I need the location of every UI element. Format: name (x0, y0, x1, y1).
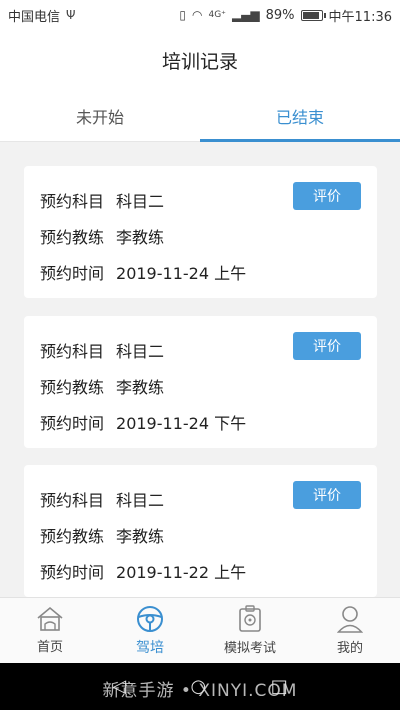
nav-label: 首页 (36, 640, 63, 655)
exam-clipboard-icon (238, 605, 262, 633)
coach-label: 预约教练 (40, 378, 105, 397)
clock: 中午11:36 (328, 9, 392, 25)
subject-label: 预约科目 (40, 491, 105, 510)
status-bar: 中国电信 Ψ ▯ ◠ 4G⁺ ▂▄▆ 89% 中午11:36 (0, 0, 400, 30)
record-card: 预约科目 科目二 预约教练 李教练 预约时间 2019-11-24 下午 评价 (24, 316, 377, 448)
rate-button[interactable]: 评价 (293, 332, 361, 360)
time-value: 2019-11-24 上午 (116, 264, 247, 283)
system-nav-bar: ◁ ○ □ (0, 663, 400, 710)
nav-home[interactable]: 首页 (0, 598, 100, 663)
subject-label: 预约科目 (40, 342, 105, 361)
back-icon[interactable]: ◁ (112, 676, 126, 697)
wifi-icon: ◠ (192, 8, 203, 22)
time-label: 预约时间 (40, 563, 105, 582)
rate-button[interactable]: 评价 (293, 481, 361, 509)
time-label: 预约时间 (40, 264, 105, 283)
title-bar: 培训记录 (0, 30, 400, 90)
nav-driving-training[interactable]: 驾培 (100, 598, 200, 663)
page-title: 培训记录 (161, 50, 238, 73)
time-row: 预约时间 2019-11-22 上午 (40, 553, 361, 589)
bottom-nav: 首页 驾培 模拟考试 我的 (0, 597, 400, 663)
coach-row: 预约教练 李教练 (40, 368, 361, 404)
time-value: 2019-11-22 上午 (116, 563, 247, 582)
time-label: 预约时间 (40, 414, 105, 433)
rate-button[interactable]: 评价 (293, 182, 361, 210)
home-icon (35, 606, 65, 632)
nav-label: 我的 (336, 641, 363, 656)
coach-row: 预约教练 李教练 (40, 517, 361, 553)
battery-icon (300, 9, 326, 21)
tab-label: 未开始 (75, 107, 124, 127)
user-icon (337, 605, 363, 633)
nav-label: 模拟考试 (223, 641, 276, 656)
nav-profile[interactable]: 我的 (300, 598, 400, 663)
time-value: 2019-11-24 下午 (116, 414, 247, 433)
subject-value: 科目二 (116, 491, 165, 510)
record-list[interactable]: 预约科目 科目二 预约教练 李教练 预约时间 2019-11-24 上午 评价 预约科… (0, 142, 400, 597)
signal-icon: ▂▄▆ (231, 8, 260, 22)
usb-icon: Ψ (66, 8, 76, 22)
record-card: 预约科目 科目二 预约教练 李教练 预约时间 2019-11-22 上午 评价 (24, 465, 377, 597)
subject-value: 科目二 (116, 342, 165, 361)
coach-value: 李教练 (116, 527, 165, 546)
coach-label: 预约教练 (40, 527, 105, 546)
vibrate-icon: ▯ (179, 8, 186, 22)
coach-label: 预约教练 (40, 228, 105, 247)
network-type: 4G⁺ (208, 10, 226, 20)
coach-value: 李教练 (116, 228, 165, 247)
tab-not-started[interactable]: 未开始 (0, 90, 200, 141)
nav-label: 驾培 (136, 639, 164, 656)
record-card: 预约科目 科目二 预约教练 李教练 预约时间 2019-11-24 上午 评价 (24, 166, 377, 298)
recents-icon[interactable]: □ (271, 676, 288, 697)
coach-row: 预约教练 李教练 (40, 218, 361, 254)
carrier-text: 中国电信 (8, 9, 61, 25)
battery-percent: 89% (265, 7, 295, 23)
subject-value: 科目二 (116, 192, 165, 211)
tab-bar: 未开始 已结束 (0, 90, 400, 142)
nav-mock-exam[interactable]: 模拟考试 (200, 598, 300, 663)
tab-finished[interactable]: 已结束 (200, 90, 400, 142)
steering-wheel-icon (136, 605, 164, 633)
time-row: 预约时间 2019-11-24 上午 (40, 254, 361, 290)
coach-value: 李教练 (116, 378, 165, 397)
home-circle-icon[interactable]: ○ (191, 676, 207, 697)
battery-level (302, 11, 319, 19)
tab-label: 已结束 (275, 107, 324, 127)
subject-label: 预约科目 (40, 192, 105, 211)
time-row: 预约时间 2019-11-24 下午 (40, 404, 361, 440)
